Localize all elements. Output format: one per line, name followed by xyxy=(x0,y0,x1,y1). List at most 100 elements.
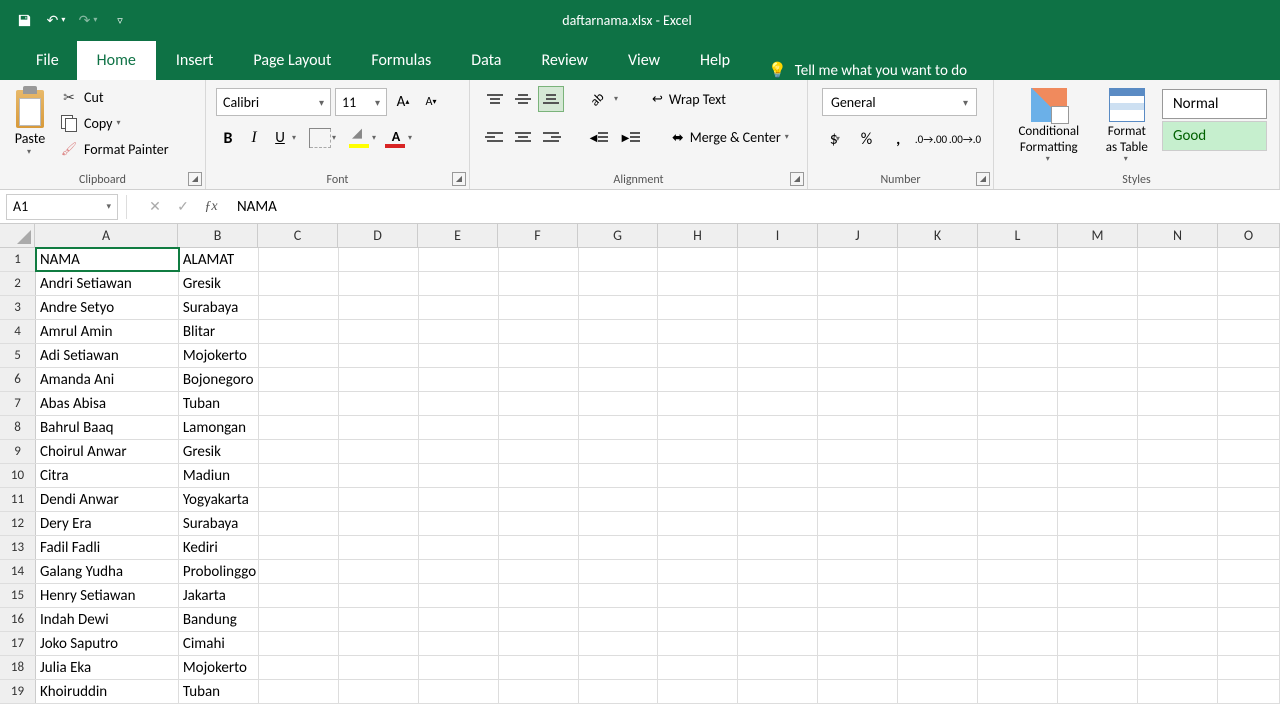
redo-icon[interactable]: ↷▾ xyxy=(74,6,102,34)
cell[interactable] xyxy=(499,608,579,631)
increase-decimal-button[interactable]: .0→.00 xyxy=(917,126,945,152)
cell[interactable] xyxy=(1218,512,1280,535)
save-icon[interactable] xyxy=(10,6,38,34)
column-header[interactable]: F xyxy=(498,224,578,247)
tab-insert[interactable]: Insert xyxy=(156,41,234,80)
cell[interactable] xyxy=(978,680,1058,703)
cell[interactable] xyxy=(978,536,1058,559)
cell[interactable] xyxy=(579,392,659,415)
cell[interactable] xyxy=(818,416,898,439)
cell[interactable] xyxy=(738,536,818,559)
formula-input[interactable]: NAMA xyxy=(225,198,1280,216)
cell[interactable] xyxy=(898,656,978,679)
cell[interactable] xyxy=(339,488,419,511)
cell[interactable] xyxy=(339,296,419,319)
cell[interactable] xyxy=(978,512,1058,535)
cell[interactable] xyxy=(579,320,659,343)
cell[interactable] xyxy=(738,680,818,703)
cell[interactable] xyxy=(499,464,579,487)
cell[interactable] xyxy=(1138,296,1218,319)
cell[interactable] xyxy=(898,512,978,535)
cell[interactable] xyxy=(898,296,978,319)
cell[interactable] xyxy=(818,296,898,319)
row-header[interactable]: 3 xyxy=(0,296,36,319)
align-right-button[interactable] xyxy=(538,124,564,150)
cell[interactable] xyxy=(658,344,738,367)
cell[interactable] xyxy=(419,536,499,559)
cell[interactable] xyxy=(1138,656,1218,679)
cell[interactable] xyxy=(1058,368,1138,391)
name-box[interactable]: A1 ▾ xyxy=(6,194,118,220)
cell[interactable] xyxy=(898,560,978,583)
cell[interactable] xyxy=(1058,464,1138,487)
font-name-select[interactable]: Calibri ▾ xyxy=(216,88,331,116)
cell[interactable] xyxy=(419,248,499,271)
cell[interactable]: Khoiruddin xyxy=(36,680,179,703)
cell[interactable] xyxy=(898,464,978,487)
cell[interactable] xyxy=(1058,320,1138,343)
cell[interactable] xyxy=(499,584,579,607)
column-header[interactable]: H xyxy=(658,224,738,247)
cell[interactable] xyxy=(978,584,1058,607)
cell[interactable] xyxy=(1058,584,1138,607)
cell[interactable]: Fadil Fadli xyxy=(36,536,179,559)
column-header[interactable]: L xyxy=(978,224,1058,247)
cell[interactable] xyxy=(419,584,499,607)
cell[interactable] xyxy=(259,248,339,271)
cell[interactable] xyxy=(978,632,1058,655)
cell[interactable] xyxy=(898,680,978,703)
cell[interactable] xyxy=(339,416,419,439)
tab-page-layout[interactable]: Page Layout xyxy=(233,41,351,80)
cell[interactable] xyxy=(259,536,339,559)
row-header[interactable]: 16 xyxy=(0,608,36,631)
cell[interactable]: Lamongan xyxy=(179,416,259,439)
cell[interactable]: Joko Saputro xyxy=(36,632,179,655)
row-header[interactable]: 8 xyxy=(0,416,36,439)
cell[interactable] xyxy=(1058,344,1138,367)
cell[interactable]: Tuban xyxy=(179,392,259,415)
cell[interactable] xyxy=(978,272,1058,295)
column-header[interactable]: K xyxy=(898,224,978,247)
cell[interactable] xyxy=(339,344,419,367)
cell[interactable] xyxy=(898,584,978,607)
cell[interactable] xyxy=(259,656,339,679)
cell[interactable] xyxy=(1138,512,1218,535)
tab-help[interactable]: Help xyxy=(680,41,750,80)
cell[interactable] xyxy=(898,368,978,391)
cell[interactable] xyxy=(658,272,738,295)
cell[interactable] xyxy=(419,368,499,391)
cell[interactable] xyxy=(579,344,659,367)
cell[interactable] xyxy=(738,560,818,583)
cell[interactable] xyxy=(658,536,738,559)
cell[interactable] xyxy=(1138,680,1218,703)
cell[interactable] xyxy=(978,392,1058,415)
cell[interactable] xyxy=(818,656,898,679)
cell[interactable] xyxy=(1218,440,1280,463)
cell[interactable] xyxy=(579,272,659,295)
cell[interactable] xyxy=(738,368,818,391)
cell[interactable] xyxy=(658,632,738,655)
tell-me[interactable]: 💡 Tell me what you want to do xyxy=(750,61,985,80)
cell[interactable] xyxy=(419,344,499,367)
cell[interactable] xyxy=(259,464,339,487)
cell[interactable] xyxy=(898,632,978,655)
cell[interactable]: ALAMAT xyxy=(179,248,259,271)
cell[interactable] xyxy=(339,680,419,703)
cell[interactable] xyxy=(978,656,1058,679)
cell[interactable]: Adi Setiawan xyxy=(36,344,179,367)
cell[interactable] xyxy=(339,560,419,583)
cell[interactable] xyxy=(818,440,898,463)
percent-button[interactable]: % xyxy=(854,126,880,152)
cell[interactable] xyxy=(259,296,339,319)
align-left-button[interactable] xyxy=(482,124,508,150)
row-header[interactable]: 7 xyxy=(0,392,36,415)
cell[interactable] xyxy=(499,680,579,703)
column-header[interactable]: O xyxy=(1218,224,1280,247)
cell[interactable] xyxy=(419,296,499,319)
cell[interactable] xyxy=(339,248,419,271)
customize-qat-icon[interactable]: ▿ xyxy=(106,6,134,34)
cell[interactable] xyxy=(738,248,818,271)
cell[interactable] xyxy=(259,512,339,535)
cell[interactable] xyxy=(978,440,1058,463)
cell[interactable] xyxy=(1218,584,1280,607)
